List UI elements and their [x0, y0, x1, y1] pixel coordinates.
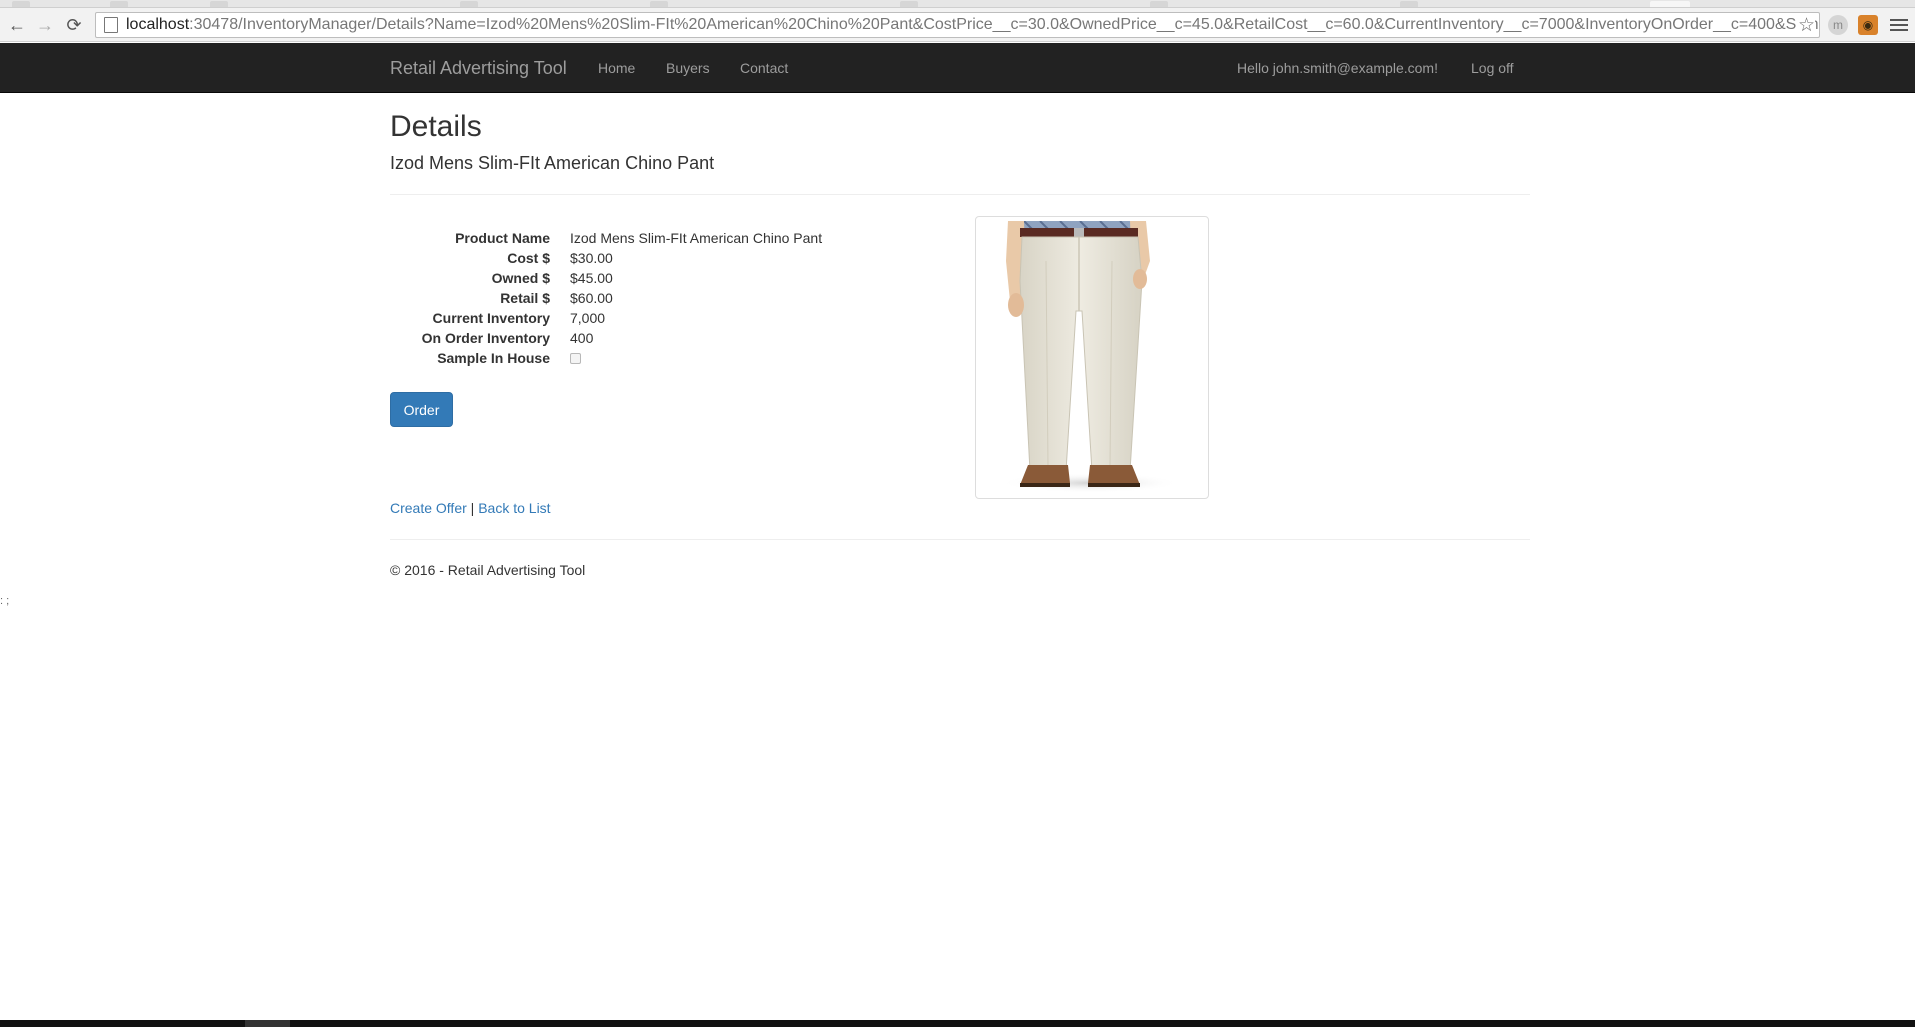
detail-value: [570, 348, 581, 368]
tab[interactable]: [900, 1, 918, 7]
logoff-link[interactable]: Log off: [1471, 43, 1514, 93]
detail-label: On Order Inventory: [421, 330, 550, 346]
user-greeting[interactable]: Hello john.smith@example.com!: [1237, 43, 1438, 93]
detail-label: Sample In House: [437, 350, 550, 366]
action-links: Create Offer | Back to List: [390, 500, 551, 516]
detail-row-retail: Retail $ $60.00: [390, 288, 910, 308]
detail-label: Current Inventory: [432, 310, 550, 326]
detail-row-owned: Owned $ $45.00: [390, 268, 910, 288]
reload-icon[interactable]: ⟳: [63, 14, 85, 36]
detail-row-on-order-inventory: On Order Inventory 400: [390, 328, 910, 348]
browser-menu-icon[interactable]: [1890, 14, 1908, 36]
details-list: Product Name Izod Mens Slim-FIt American…: [390, 228, 910, 368]
detail-label: Cost $: [507, 250, 550, 266]
taskbar-item[interactable]: [245, 1020, 290, 1027]
extension-owl-icon[interactable]: ◉: [1858, 15, 1878, 35]
detail-value: $30.00: [570, 250, 613, 266]
detail-label: Owned $: [491, 270, 550, 286]
footer-text: © 2016 - Retail Advertising Tool: [390, 562, 586, 578]
browser-tab-strip[interactable]: [0, 0, 1915, 8]
page-icon: [104, 17, 118, 33]
tab[interactable]: [110, 1, 128, 7]
detail-value: 7,000: [570, 310, 606, 326]
taskbar: [0, 1020, 1915, 1027]
nav-contact[interactable]: Contact: [740, 43, 788, 93]
chino-pants-image: [1000, 221, 1180, 493]
detail-row-product-name: Product Name Izod Mens Slim-FIt American…: [390, 228, 910, 248]
detail-value: 400: [570, 330, 594, 346]
detail-value: Izod Mens Slim-FIt American Chino Pant: [570, 230, 823, 246]
url-text[interactable]: localhost:30478/InventoryManager/Details…: [126, 16, 1819, 34]
order-button[interactable]: Order: [390, 392, 453, 427]
tab[interactable]: [460, 1, 478, 7]
back-to-list-link[interactable]: Back to List: [478, 500, 550, 516]
create-offer-link[interactable]: Create Offer: [390, 500, 467, 516]
sample-in-house-checkbox[interactable]: [570, 353, 581, 364]
detail-row-sample-in-house: Sample In House: [390, 348, 910, 368]
page-subtitle: Izod Mens Slim-FIt American Chino Pant: [390, 153, 715, 173]
extension-m-icon[interactable]: m: [1828, 15, 1848, 35]
back-icon[interactable]: ←: [6, 14, 28, 36]
tab[interactable]: [1150, 1, 1168, 7]
detail-row-cost: Cost $ $30.00: [390, 248, 910, 268]
tab[interactable]: [650, 1, 668, 7]
footer-divider: [390, 539, 1530, 540]
detail-row-current-inventory: Current Inventory 7,000: [390, 308, 910, 328]
detail-value: $60.00: [570, 290, 613, 306]
tab[interactable]: [210, 1, 228, 7]
bookmark-star-icon[interactable]: ☆: [1795, 14, 1815, 37]
detail-value: $45.00: [570, 270, 613, 286]
navbar-brand[interactable]: Retail Advertising Tool: [390, 43, 567, 93]
forward-icon[interactable]: →: [34, 14, 56, 36]
page-title: Details: [390, 110, 482, 143]
divider: [390, 194, 1530, 195]
browser-toolbar: ← → ⟳ localhost:30478/InventoryManager/D…: [0, 8, 1915, 42]
tab[interactable]: [1400, 1, 1418, 7]
detail-label: Retail $: [500, 290, 550, 306]
active-tab[interactable]: [1650, 1, 1690, 7]
nav-home[interactable]: Home: [598, 43, 635, 93]
product-image: [975, 216, 1209, 499]
detail-label: Product Name: [455, 230, 550, 246]
tab[interactable]: [12, 1, 30, 7]
address-bar[interactable]: localhost:30478/InventoryManager/Details…: [95, 12, 1820, 38]
link-separator: |: [470, 500, 475, 516]
site-navbar: Retail Advertising Tool Home Buyers Cont…: [0, 43, 1915, 93]
stray-text: : ;: [0, 595, 10, 607]
nav-buyers[interactable]: Buyers: [666, 43, 710, 93]
